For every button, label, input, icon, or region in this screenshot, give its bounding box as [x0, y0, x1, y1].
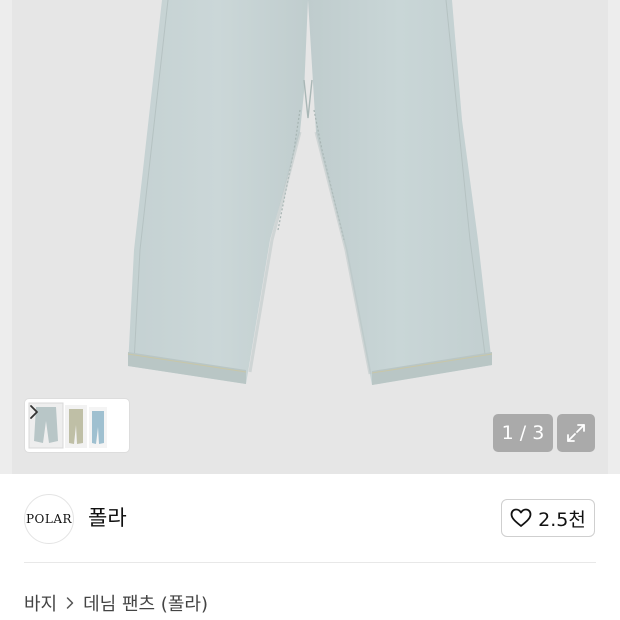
- chevron-right-icon: [66, 597, 74, 609]
- brand-row: POLAR 폴라 2.5천: [0, 474, 620, 562]
- breadcrumb-category[interactable]: 바지: [24, 590, 57, 616]
- breadcrumb-product[interactable]: 데님 팬츠 (폴라): [83, 590, 208, 616]
- brand-logo-text: POLAR: [25, 512, 73, 526]
- thumbnail-strip[interactable]: [25, 399, 129, 452]
- divider: [24, 562, 596, 563]
- heart-outline-icon: [510, 508, 532, 527]
- product-image-gallery[interactable]: 1 / 3: [0, 0, 620, 474]
- breadcrumb: 바지 데님 팬츠 (폴라): [24, 590, 208, 616]
- expand-button[interactable]: [557, 414, 595, 452]
- like-count: 2.5천: [538, 508, 586, 531]
- brand-name[interactable]: 폴라: [88, 502, 127, 532]
- expand-icon: [567, 424, 585, 442]
- brand-logo[interactable]: POLAR: [24, 494, 74, 544]
- image-counter: 1 / 3: [493, 414, 553, 452]
- like-button[interactable]: 2.5천: [501, 499, 595, 537]
- chevron-right-icon[interactable]: [25, 399, 43, 425]
